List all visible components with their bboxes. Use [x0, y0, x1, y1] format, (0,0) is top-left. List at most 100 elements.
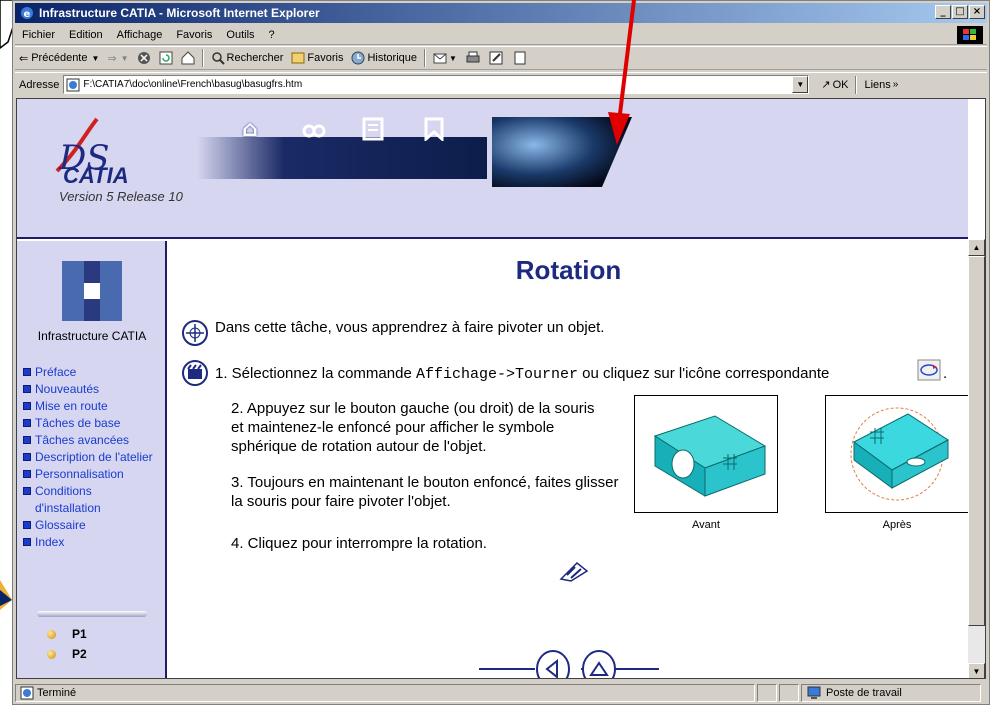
chevron-down-icon: ▼	[449, 53, 457, 63]
history-label: Historique	[367, 52, 417, 64]
history-button[interactable]: Historique	[347, 48, 421, 68]
bullet-icon	[23, 385, 31, 393]
home-button[interactable]	[177, 48, 199, 68]
mail-icon	[433, 53, 447, 64]
chevron-up-icon: ▲	[972, 243, 981, 252]
close-button[interactable]: ×	[969, 5, 985, 19]
top-of-page-icon[interactable]	[581, 645, 617, 679]
go-button[interactable]: ↗ OK	[817, 75, 852, 95]
page-icon	[66, 78, 80, 91]
refresh-button[interactable]	[155, 48, 177, 68]
sidebar-link[interactable]: Personnalisation	[23, 466, 153, 483]
status-panel	[757, 684, 777, 702]
index-nav-icon[interactable]	[362, 117, 386, 141]
mail-button[interactable]: ▼	[429, 48, 461, 68]
favorites-label: Favoris	[307, 52, 344, 64]
catia-banner: DS CATIA Version 5 Release 10 ⌂	[17, 99, 968, 239]
print-button[interactable]	[461, 48, 485, 68]
bullet-icon	[47, 649, 56, 659]
search-nav-icon[interactable]	[302, 117, 326, 141]
stop-button[interactable]	[133, 48, 155, 68]
page-content: DS CATIA Version 5 Release 10 ⌂ Infrastr…	[16, 98, 986, 679]
page-label: P2	[72, 647, 87, 661]
chevron-down-icon: ▼	[796, 80, 805, 89]
forward-button[interactable]: ⇒ ▼	[103, 48, 132, 68]
menu-tools[interactable]: Outils	[219, 29, 261, 41]
sidebar-link-label: Préface	[35, 365, 77, 379]
sidebar-link[interactable]: Index	[23, 534, 153, 551]
address-value: F:\CATIA7\doc\online\French\basug\basugf…	[83, 79, 303, 90]
scroll-thumb[interactable]	[968, 256, 985, 626]
menu-help[interactable]: ?	[262, 29, 282, 41]
maximize-button[interactable]: □	[952, 5, 968, 19]
scroll-down-button[interactable]: ▼	[968, 663, 985, 678]
security-zone: Poste de travail	[826, 687, 902, 699]
previous-page-icon[interactable]	[535, 645, 571, 679]
edit-button[interactable]	[485, 48, 509, 68]
sidebar-link[interactable]: Tâches avancées	[23, 432, 153, 449]
page-link-p1[interactable]: P1	[47, 624, 87, 644]
bullet-icon	[23, 402, 31, 410]
sidebar-link-label: Tâches de base	[35, 416, 121, 430]
sidebar-link-label: Conditions d'installation	[35, 484, 101, 515]
toolbar-separator	[855, 75, 858, 94]
menu-favorites[interactable]: Favoris	[169, 29, 219, 41]
page-title: Rotation	[515, 255, 622, 285]
computer-icon	[807, 686, 821, 699]
task-icon	[182, 320, 208, 346]
sidebar-link-label: Personnalisation	[35, 467, 124, 481]
discuss-button[interactable]	[509, 48, 531, 68]
favorites-button[interactable]: Favoris	[287, 48, 347, 68]
vertical-scrollbar[interactable]: ▲ ▼	[968, 239, 985, 678]
end-task-icon	[559, 561, 589, 582]
sidebar-link[interactable]: Préface	[23, 364, 153, 381]
ie-icon: e	[21, 7, 33, 20]
page-list: P1 P2	[47, 624, 87, 664]
sidebar-link[interactable]: Glossaire	[23, 517, 153, 534]
toolbar-separator	[201, 49, 204, 67]
brand-version: Version 5 Release 10	[59, 189, 183, 204]
scroll-up-button[interactable]: ▲	[968, 239, 985, 256]
step-1-text: 1. Sélectionnez la commande	[215, 365, 416, 382]
infrastructure-logo-icon	[62, 261, 122, 321]
bullet-icon	[23, 521, 31, 529]
browser-window: e Infrastructure CATIA - Microsoft Inter…	[12, 0, 990, 705]
title-bar[interactable]: e Infrastructure CATIA - Microsoft Inter…	[15, 3, 987, 23]
menu-view[interactable]: Affichage	[110, 29, 170, 41]
address-dropdown[interactable]: ▼	[792, 76, 809, 93]
sidebar-link-label: Tâches avancées	[35, 433, 130, 447]
step-1: 1. Sélectionnez la commande Affichage->T…	[215, 365, 829, 383]
security-zone-panel: Poste de travail	[801, 684, 981, 702]
back-button[interactable]: ⇐ Précédente ▼	[15, 48, 103, 68]
page-link-p2[interactable]: P2	[47, 644, 87, 664]
links-button[interactable]: Liens»	[860, 75, 902, 95]
address-input[interactable]: F:\CATIA7\doc\online\French\basug\basugf…	[63, 75, 810, 94]
sidebar-link[interactable]: Mise en route	[23, 398, 153, 415]
bullet-icon	[23, 487, 31, 495]
address-bar: Adresse F:\CATIA7\doc\online\French\basu…	[15, 72, 987, 96]
sidebar-link-label: Glossaire	[35, 518, 86, 532]
go-arrow-icon: ↗	[821, 79, 831, 91]
bullet-icon	[23, 419, 31, 427]
home-icon	[181, 51, 195, 65]
sidebar-link[interactable]: Tâches de base	[23, 415, 153, 432]
bookmark-nav-icon[interactable]	[422, 117, 446, 143]
sidebar-link[interactable]: Nouveautés	[23, 381, 153, 398]
minimize-button[interactable]: _	[935, 5, 951, 19]
search-button[interactable]: Rechercher	[207, 48, 288, 68]
banner-strip	[197, 137, 487, 179]
chevron-right-icon: »	[892, 79, 899, 90]
bullet-icon	[23, 453, 31, 461]
steps-icon	[182, 360, 208, 386]
menu-edit[interactable]: Edition	[62, 29, 110, 41]
status-panel	[779, 684, 799, 702]
menu-file[interactable]: Fichier	[15, 29, 62, 41]
home-nav-icon[interactable]: ⌂	[242, 117, 258, 142]
sidebar-links: Préface Nouveautés Mise en route Tâches …	[23, 364, 153, 551]
step-2: 2. Appuyez sur le bouton gauche (ou droi…	[231, 400, 595, 455]
status-text-panel: Terminé	[15, 684, 755, 702]
rotate-command-icon[interactable]	[917, 359, 941, 381]
sidebar-link[interactable]: Conditions d'installation	[23, 483, 133, 517]
sidebar-link-label: Mise en route	[35, 399, 108, 413]
sidebar-link[interactable]: Description de l'atelier	[23, 449, 153, 466]
